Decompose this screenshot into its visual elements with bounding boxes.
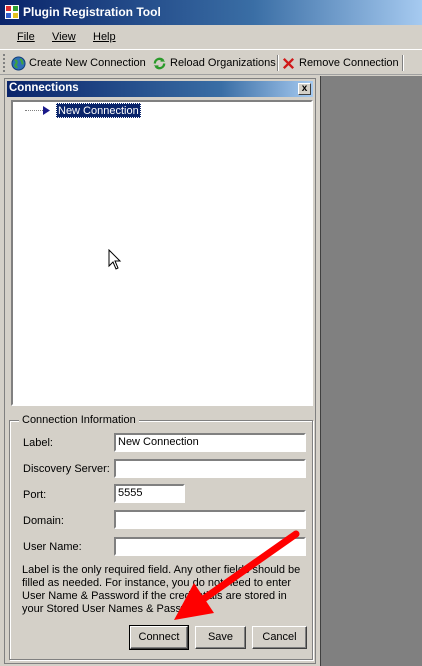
mouse-pointer-icon — [108, 249, 122, 270]
remove-connection-button[interactable]: Remove Connection — [281, 54, 399, 72]
toolbar-separator — [277, 55, 279, 71]
expand-arrow-icon[interactable] — [43, 106, 50, 115]
main-workspace — [321, 76, 422, 666]
connect-button[interactable]: Connect — [129, 625, 189, 650]
user-name-label: User Name: — [23, 541, 82, 553]
connections-title: Connections — [9, 82, 79, 94]
help-note: Label is the only required field. Any ot… — [22, 564, 301, 615]
connections-header: Connections x — [7, 81, 313, 97]
toolbar-separator-end — [402, 55, 404, 71]
discovery-server-label: Discovery Server: — [23, 463, 110, 475]
create-connection-button[interactable]: Create New Connection — [11, 54, 146, 72]
tree-item-new-connection[interactable]: New Connection — [56, 103, 141, 118]
toolbar-grip[interactable] — [3, 54, 6, 72]
label-input[interactable]: New Connection — [114, 433, 306, 452]
menu-help-label: Help — [93, 31, 116, 43]
globe-icon — [11, 55, 26, 71]
app-icon — [5, 5, 19, 19]
menu-view[interactable]: View — [52, 31, 76, 43]
toolbar: Create New Connection Reload Organizatio… — [0, 49, 422, 75]
menu-file[interactable]: File — [17, 31, 35, 43]
menu-help[interactable]: Help — [93, 31, 116, 43]
create-connection-label: Create New Connection — [29, 57, 146, 69]
remove-connection-label: Remove Connection — [299, 57, 399, 69]
user-name-input[interactable] — [114, 537, 306, 556]
menu-bar: File View Help — [0, 25, 422, 48]
port-label: Port: — [23, 489, 47, 501]
discovery-server-input[interactable] — [114, 459, 306, 478]
domain-label: Domain: — [23, 515, 64, 527]
connections-tree[interactable]: New Connection — [11, 100, 313, 406]
cancel-button[interactable]: Cancel — [252, 626, 307, 649]
close-icon[interactable]: x — [298, 83, 311, 95]
connection-info-legend: Connection Information — [19, 414, 139, 426]
port-input[interactable]: 5555 — [114, 484, 185, 503]
window-title: Plugin Registration Tool — [23, 5, 161, 19]
reload-organizations-button[interactable]: Reload Organizations — [152, 54, 276, 72]
title-bar: Plugin Registration Tool — [0, 0, 422, 25]
menu-view-label: View — [52, 31, 76, 43]
save-button[interactable]: Save — [195, 626, 246, 649]
remove-x-icon — [282, 57, 295, 69]
tree-line — [25, 110, 45, 111]
reload-organizations-label: Reload Organizations — [170, 57, 276, 69]
refresh-icon — [153, 57, 166, 69]
label-field-label: Label: — [23, 437, 53, 449]
domain-input[interactable] — [114, 510, 306, 529]
menu-file-label: File — [17, 31, 35, 43]
